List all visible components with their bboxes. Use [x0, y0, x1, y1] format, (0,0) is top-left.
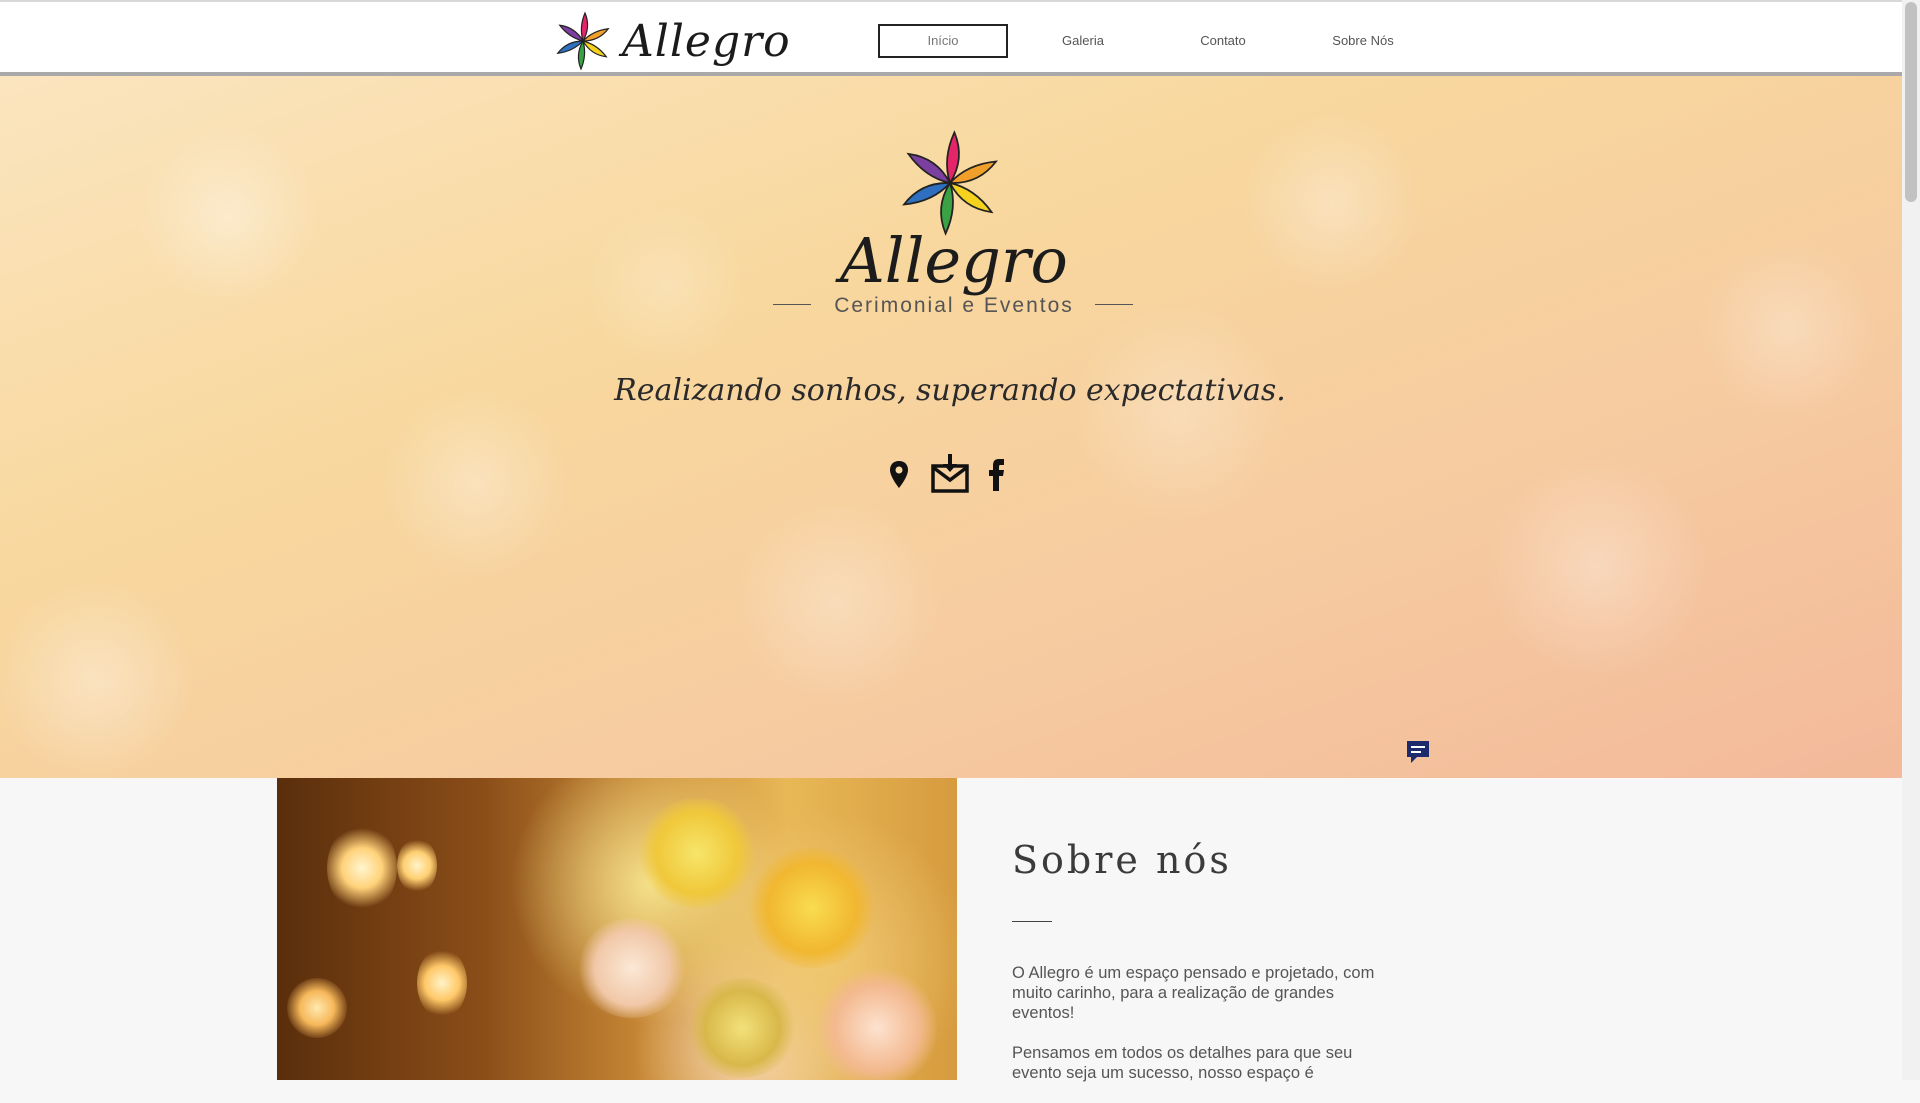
map-pin-icon[interactable]	[888, 460, 910, 490]
about-title: Sobre nós	[1012, 838, 1232, 882]
nav-item-inicio[interactable]: Início	[878, 24, 1008, 58]
nav-item-sobre-nos[interactable]: Sobre Nós	[1308, 24, 1418, 58]
about-paragraph: Pensamos em todos os detalhes para que s…	[1012, 1044, 1353, 1082]
social-bar	[880, 454, 1020, 504]
hero-section: Allegro Cerimonial e Eventos Realizando …	[0, 76, 1902, 778]
flower	[637, 798, 757, 908]
site-header: Allegro Início Galeria Contato Sobre Nós	[0, 0, 1902, 76]
scrollbar-thumb[interactable]	[1905, 2, 1917, 202]
page-scrollbar[interactable]	[1902, 0, 1920, 1080]
facebook-icon[interactable]	[988, 459, 1006, 491]
light-bulb	[417, 948, 467, 1018]
nav-item-galeria[interactable]: Galeria	[1028, 24, 1138, 58]
flower	[747, 848, 877, 968]
about-text: O Allegro é um espaço pensado e projetad…	[1012, 963, 1382, 1103]
nav-item-contato[interactable]: Contato	[1168, 24, 1278, 58]
about-photo	[277, 778, 957, 1080]
about-divider	[1012, 921, 1052, 922]
header-brand-text: Allegro	[622, 16, 791, 67]
header-logo[interactable]: Allegro	[550, 8, 790, 74]
tagline-text: Cerimonial e Eventos	[834, 294, 1074, 317]
pinwheel-logo-icon	[556, 11, 610, 71]
tagline-row: Cerimonial e Eventos	[773, 294, 1135, 324]
flower	[577, 918, 687, 1018]
light-bulb	[327, 823, 397, 913]
slogan-text: Realizando sonhos, superando expectativa…	[614, 373, 1286, 408]
flower	[817, 968, 937, 1080]
pinwheel-logo-icon	[902, 130, 998, 236]
hero-logo: Allegro	[840, 128, 1068, 308]
hero-brand-text: Allegro	[840, 224, 1068, 297]
about-paragraph: O Allegro é um espaço pensado e projetad…	[1012, 964, 1375, 1022]
light-bulb	[397, 838, 437, 893]
chat-icon[interactable]	[1405, 739, 1431, 765]
flower	[687, 978, 797, 1078]
mail-icon[interactable]	[930, 454, 970, 494]
light-bulb	[287, 978, 347, 1038]
